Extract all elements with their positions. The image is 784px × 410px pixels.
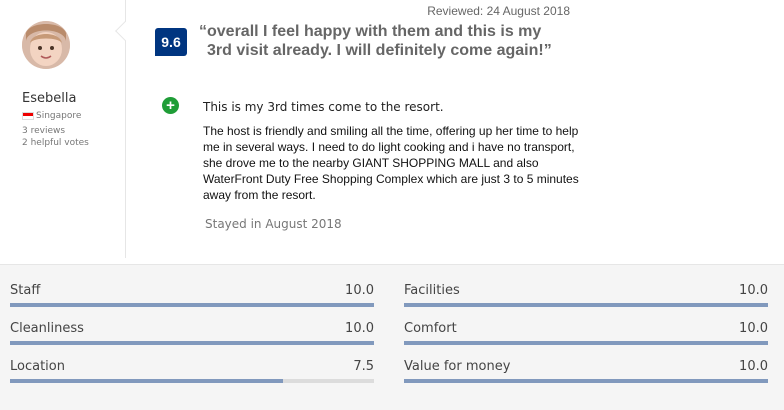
score-bar-track <box>404 379 768 383</box>
score-bar-fill <box>404 303 768 307</box>
score-bar-fill <box>404 379 768 383</box>
score-bar-track <box>404 303 768 307</box>
headline-line-2: 3rd visit already. I will definitely com… <box>207 42 552 59</box>
score-bar-fill <box>10 303 374 307</box>
score-label: Location <box>10 359 65 374</box>
score-label: Value for money <box>404 359 511 374</box>
reviewer-helpful-votes: 2 helpful votes <box>22 138 89 148</box>
reviewer-review-count: 3 reviews <box>22 126 66 136</box>
positive-title: This is my 3rd times come to the resort. <box>203 100 444 114</box>
headline-line-1: “overall I feel happy with them and this… <box>199 23 542 40</box>
score-bar-track <box>10 303 374 307</box>
score-bar-track <box>10 341 374 345</box>
reviewer-panel: Esebella Singapore 3 reviews 2 helpful v… <box>0 0 126 258</box>
score-bar-fill <box>404 341 768 345</box>
score-value: 10.0 <box>739 283 768 298</box>
score-value: 10.0 <box>739 359 768 374</box>
score-value: 7.5 <box>353 359 374 374</box>
score-value: 10.0 <box>739 321 768 336</box>
score-bar-track <box>404 341 768 345</box>
score-bar-fill <box>10 341 374 345</box>
positive-body: The host is friendly and smiling all the… <box>203 124 579 202</box>
reviewer-country: Singapore <box>22 111 81 121</box>
category-scores: Staff 10.0 Facilities 10.0 Cleanliness 1… <box>0 264 784 410</box>
review-card: Esebella Singapore 3 reviews 2 helpful v… <box>0 0 784 264</box>
avatar[interactable] <box>22 21 70 69</box>
review-score-badge: 9.6 <box>155 28 187 56</box>
score-value: 10.0 <box>345 283 374 298</box>
score-label: Staff <box>10 283 41 298</box>
score-label: Facilities <box>404 283 460 298</box>
plus-circle-icon: + <box>162 97 179 114</box>
reviewer-name: Esebella <box>22 91 77 106</box>
avatar-image <box>22 21 70 69</box>
score-label: Comfort <box>404 321 457 336</box>
singapore-flag-icon <box>22 112 34 120</box>
score-bar-track <box>10 379 374 383</box>
review-headline: “overall I feel happy with them and this… <box>199 22 589 60</box>
country-label: Singapore <box>36 111 82 121</box>
score-value: 10.0 <box>345 321 374 336</box>
stayed-date: Stayed in August 2018 <box>205 217 342 231</box>
reviewed-date: Reviewed: 24 August 2018 <box>427 4 570 18</box>
score-bar-fill <box>10 379 283 383</box>
score-label: Cleanliness <box>10 321 84 336</box>
